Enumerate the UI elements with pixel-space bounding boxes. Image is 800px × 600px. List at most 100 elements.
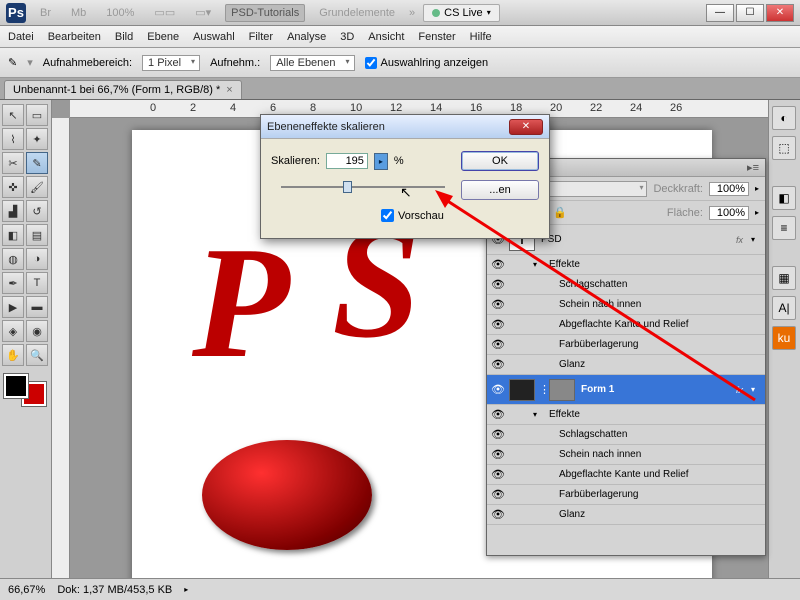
menu-datei[interactable]: Datei (8, 31, 34, 43)
layer-row[interactable]: 👁Abgeflachte Kante und Relief (487, 315, 765, 335)
percent-label: % (394, 155, 404, 167)
layer-row[interactable]: 👁▾Effekte (487, 405, 765, 425)
menu-fenster[interactable]: Fenster (418, 31, 455, 43)
sample-layers-combo[interactable]: Alle Ebenen (270, 55, 354, 71)
dialog-close-button[interactable]: ✕ (509, 119, 543, 135)
marquee-tool[interactable]: ▭ (26, 104, 48, 126)
minibridge-button[interactable]: Mb (65, 4, 92, 22)
blur-tool[interactable]: ◍ (2, 248, 24, 270)
eyedropper-tool[interactable]: ✎ (26, 152, 48, 174)
slider-thumb[interactable] (343, 181, 352, 193)
brush-tool[interactable]: 🖌 (26, 176, 48, 198)
layer-row[interactable]: 👁Schein nach innen (487, 445, 765, 465)
dialog-titlebar[interactable]: Ebeneneffekte skalieren ✕ (261, 115, 549, 139)
history-brush-tool[interactable]: ↺ (26, 200, 48, 222)
menu-filter[interactable]: Filter (249, 31, 273, 43)
path-select-tool[interactable]: ▶ (2, 296, 24, 318)
wand-tool[interactable]: ✦ (26, 128, 48, 150)
opacity-label: Deckkraft: (653, 183, 703, 195)
dock-masks-icon[interactable]: ≡ (772, 216, 796, 240)
dock-kuler-icon[interactable]: ku (772, 326, 796, 350)
eraser-tool[interactable]: ◧ (2, 224, 24, 246)
move-tool[interactable]: ↖ (2, 104, 24, 126)
layers-list[interactable]: 👁TPSDfx▾ 👁▾Effekte 👁Schlagschatten 👁Sche… (487, 225, 765, 525)
dock-character-icon[interactable]: A| (772, 296, 796, 320)
cancel-button[interactable]: ...en (461, 180, 539, 200)
zoom-level[interactable]: 66,67% (8, 584, 45, 596)
ok-button[interactable]: OK (461, 151, 539, 171)
dock-swatches-icon[interactable]: ⬚ (772, 136, 796, 160)
maximize-button[interactable]: ☐ (736, 4, 764, 22)
ruler-vertical[interactable] (52, 118, 70, 578)
3d-camera-tool[interactable]: ◉ (26, 320, 48, 342)
workspace-label[interactable]: Grundelemente (313, 4, 401, 22)
hand-tool[interactable]: ✋ (2, 344, 24, 366)
layer-row-selected[interactable]: 👁⋮Form 1fx▾ (487, 375, 765, 405)
scale-slider[interactable] (281, 179, 445, 195)
layer-row[interactable]: 👁Schlagschatten (487, 275, 765, 295)
zoom-tool[interactable]: 🔍 (26, 344, 48, 366)
dodge-tool[interactable]: ◑ (26, 248, 48, 270)
heal-tool[interactable]: ✜ (2, 176, 24, 198)
more-icon[interactable]: » (409, 7, 415, 19)
layer-row[interactable]: 👁Abgeflachte Kante und Relief (487, 465, 765, 485)
lock-all-icon[interactable]: 🔒 (553, 206, 567, 219)
scale-label: Skalieren: (271, 155, 320, 167)
status-dot-icon (432, 9, 440, 17)
doc-label[interactable]: PSD-Tutorials (225, 4, 305, 22)
scale-input[interactable]: 195 (326, 153, 368, 169)
crop-tool[interactable]: ✂ (2, 152, 24, 174)
opacity-value[interactable]: 100% (709, 182, 749, 196)
stamp-tool[interactable]: ▟ (2, 200, 24, 222)
dialog-title: Ebeneneffekte skalieren (267, 121, 385, 133)
zoom-preset[interactable]: 100% (100, 4, 140, 22)
3d-tool[interactable]: ◈ (2, 320, 24, 342)
layer-row[interactable]: 👁▾Effekte (487, 255, 765, 275)
menu-analyse[interactable]: Analyse (287, 31, 326, 43)
tab-title: Unbenannt-1 bei 66,7% (Form 1, RGB/8) * (13, 84, 220, 96)
doc-size[interactable]: Dok: 1,37 MB/453,5 KB (57, 584, 172, 596)
panel-menu-icon[interactable]: ▸≡ (747, 161, 759, 174)
gradient-tool[interactable]: ▤ (26, 224, 48, 246)
foreground-color[interactable] (4, 374, 28, 398)
layer-row[interactable]: 👁Glanz (487, 505, 765, 525)
layer-row[interactable]: 👁Schein nach innen (487, 295, 765, 315)
view-arrange[interactable]: ▭▭ (148, 3, 181, 22)
menu-bild[interactable]: Bild (115, 31, 133, 43)
right-dock: ◐ ⬚ ◧ ≡ ▦ A| ku (768, 100, 800, 578)
type-tool[interactable]: T (26, 272, 48, 294)
eyedropper-icon: ✎ (8, 56, 17, 69)
sample-size-combo[interactable]: 1 Pixel (142, 55, 200, 71)
fill-value[interactable]: 100% (709, 206, 749, 220)
menu-auswahl[interactable]: Auswahl (193, 31, 235, 43)
menu-ansicht[interactable]: Ansicht (368, 31, 404, 43)
shape-tool[interactable]: ▬ (26, 296, 48, 318)
minimize-button[interactable]: — (706, 4, 734, 22)
document-tabs: Unbenannt-1 bei 66,7% (Form 1, RGB/8) * … (0, 78, 800, 100)
document-tab[interactable]: Unbenannt-1 bei 66,7% (Form 1, RGB/8) * … (4, 80, 242, 99)
menu-3d[interactable]: 3D (340, 31, 354, 43)
cslive-button[interactable]: CS Live▾ (423, 4, 500, 22)
pen-tool[interactable]: ✒ (2, 272, 24, 294)
bridge-button[interactable]: Br (34, 4, 57, 22)
dock-layers-icon[interactable]: ▦ (772, 266, 796, 290)
menu-bearbeiten[interactable]: Bearbeiten (48, 31, 101, 43)
screen-mode[interactable]: ▭▾ (189, 3, 217, 22)
preview-checkbox[interactable]: Vorschau (381, 209, 539, 222)
menu-ebene[interactable]: Ebene (147, 31, 179, 43)
sample-ring-checkbox[interactable]: Auswahlring anzeigen (365, 57, 489, 69)
layer-row[interactable]: 👁Schlagschatten (487, 425, 765, 445)
tools-panel: ↖ ▭ ⌇ ✦ ✂ ✎ ✜ 🖌 ▟ ↺ ◧ ▤ ◍ ◑ ✒ T ▶ ▬ ◈ ◉ … (0, 100, 52, 578)
layer-row[interactable]: 👁Farbüberlagerung (487, 485, 765, 505)
tab-close-icon[interactable]: × (226, 84, 232, 96)
lasso-tool[interactable]: ⌇ (2, 128, 24, 150)
menu-hilfe[interactable]: Hilfe (470, 31, 492, 43)
scale-spinner[interactable]: ▸ (374, 153, 388, 170)
options-bar: ✎ ▾ Aufnahmebereich: 1 Pixel Aufnehm.: A… (0, 48, 800, 78)
color-swatches[interactable] (2, 372, 48, 408)
layer-row[interactable]: 👁Farbüberlagerung (487, 335, 765, 355)
dock-adjust-icon[interactable]: ◧ (772, 186, 796, 210)
dock-color-icon[interactable]: ◐ (772, 106, 796, 130)
close-button[interactable]: ✕ (766, 4, 794, 22)
layer-row[interactable]: 👁Glanz (487, 355, 765, 375)
